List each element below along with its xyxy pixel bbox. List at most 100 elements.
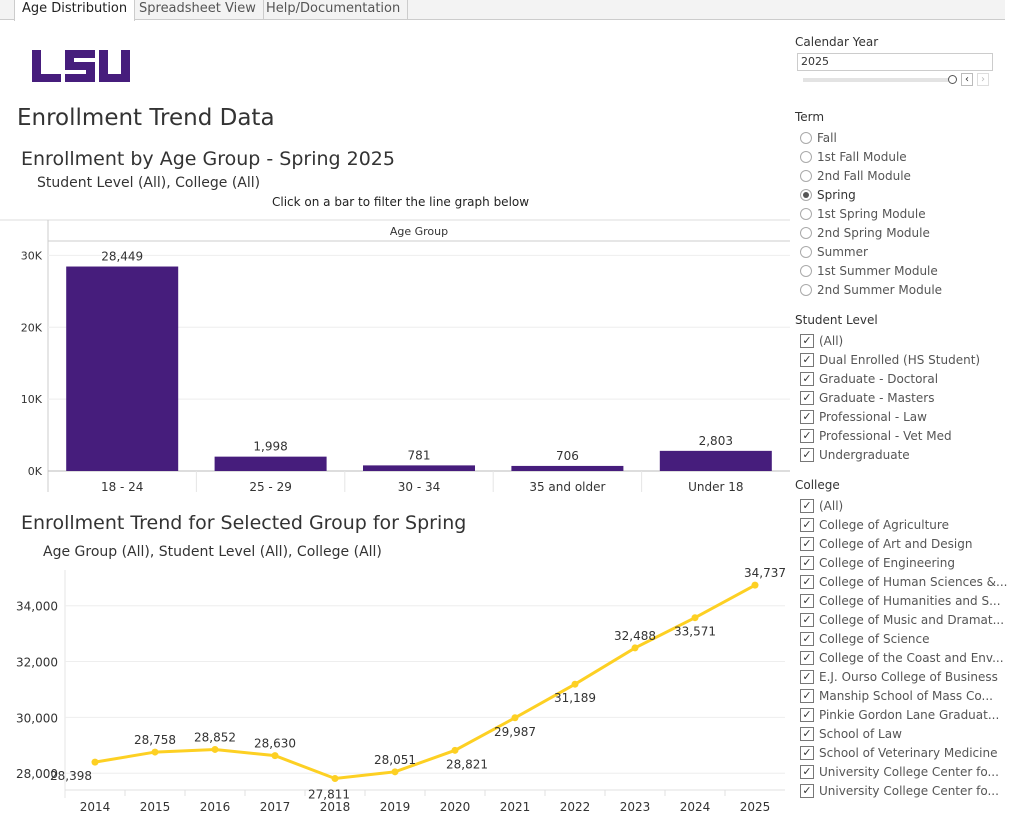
filter-option[interactable]: 2nd Fall Module bbox=[795, 166, 942, 185]
filter-option[interactable]: ✓ Professional - Vet Med bbox=[795, 426, 980, 445]
checkbox-checked-icon[interactable]: ✓ bbox=[800, 555, 814, 570]
checkbox-checked-icon[interactable]: ✓ bbox=[800, 352, 814, 367]
filter-option[interactable]: ✓ University College Center fo... bbox=[795, 762, 1007, 781]
y-tick-label: 32,000 bbox=[16, 656, 58, 670]
filter-option[interactable]: ✓ Dual Enrolled (HS Student) bbox=[795, 350, 980, 369]
data-point[interactable] bbox=[451, 746, 459, 754]
filter-option[interactable]: ✓ College of Science bbox=[795, 629, 1007, 648]
checkbox-checked-icon[interactable]: ✓ bbox=[800, 707, 814, 722]
previous-year-button[interactable]: ‹ bbox=[961, 73, 973, 86]
filter-option-label: Fall bbox=[817, 130, 837, 145]
data-point[interactable] bbox=[151, 748, 159, 756]
filter-option[interactable]: ✓ College of Engineering bbox=[795, 553, 1007, 572]
bar[interactable] bbox=[363, 465, 475, 471]
filter-option[interactable]: ✓ Graduate - Doctoral bbox=[795, 369, 980, 388]
x-tick-label: 30 - 34 bbox=[398, 480, 441, 494]
filter-option[interactable]: ✓ (All) bbox=[795, 331, 980, 350]
filter-option[interactable]: ✓ College of Art and Design bbox=[795, 534, 1007, 553]
data-point[interactable] bbox=[271, 752, 279, 760]
filter-option[interactable]: ✓ College of Music and Dramat... bbox=[795, 610, 1007, 629]
tab-help-documentation[interactable]: Help/Documentation bbox=[259, 0, 409, 20]
filter-option-label: Manship School of Mass Co... bbox=[819, 688, 993, 703]
filter-option[interactable]: ✓ Manship School of Mass Co... bbox=[795, 686, 1007, 705]
radio-button-icon[interactable] bbox=[800, 226, 812, 239]
checkbox-checked-icon[interactable]: ✓ bbox=[800, 409, 814, 424]
filter-option[interactable]: Summer bbox=[795, 242, 942, 261]
checkbox-checked-icon[interactable]: ✓ bbox=[800, 688, 814, 703]
filter-option-label: E.J. Ourso College of Business bbox=[819, 669, 998, 684]
filter-option[interactable]: ✓ Graduate - Masters bbox=[795, 388, 980, 407]
slider-handle[interactable] bbox=[948, 75, 957, 84]
filter-option[interactable]: 1st Summer Module bbox=[795, 261, 942, 280]
checkbox-checked-icon[interactable]: ✓ bbox=[800, 447, 814, 462]
checkbox-checked-icon[interactable]: ✓ bbox=[800, 574, 814, 589]
bar[interactable] bbox=[659, 450, 772, 471]
x-tick-label: 2025 bbox=[740, 800, 771, 814]
bar[interactable] bbox=[511, 465, 624, 471]
checkbox-checked-icon[interactable]: ✓ bbox=[800, 498, 814, 513]
filter-option[interactable]: ✓ School of Veterinary Medicine bbox=[795, 743, 1007, 762]
radio-button-icon[interactable] bbox=[800, 131, 812, 144]
checkbox-checked-icon[interactable]: ✓ bbox=[800, 428, 814, 443]
filter-option-label: (All) bbox=[819, 333, 844, 348]
bar[interactable] bbox=[214, 456, 327, 471]
checkbox-checked-icon[interactable]: ✓ bbox=[800, 517, 814, 532]
checkbox-checked-icon[interactable]: ✓ bbox=[800, 333, 814, 348]
x-tick-label: 2021 bbox=[500, 800, 531, 814]
filter-option[interactable]: Spring bbox=[795, 185, 942, 204]
filter-option[interactable]: ✓ College of Human Sciences &... bbox=[795, 572, 1007, 591]
filter-option[interactable]: ✓ College of Humanities and S... bbox=[795, 591, 1007, 610]
data-point[interactable] bbox=[751, 581, 759, 589]
filter-option[interactable]: 2nd Summer Module bbox=[795, 280, 942, 299]
filter-option[interactable]: ✓ College of the Coast and Env... bbox=[795, 648, 1007, 667]
checkbox-checked-icon[interactable]: ✓ bbox=[800, 593, 814, 608]
checkbox-checked-icon[interactable]: ✓ bbox=[800, 612, 814, 627]
page-title: Enrollment Trend Data bbox=[17, 105, 275, 131]
filter-option[interactable]: ✓ College of Agriculture bbox=[795, 515, 1007, 534]
filter-option[interactable]: ✓ Professional - Law bbox=[795, 407, 980, 426]
data-point[interactable] bbox=[331, 775, 339, 783]
data-point[interactable] bbox=[391, 768, 399, 776]
radio-button-icon[interactable] bbox=[800, 283, 812, 296]
checkbox-checked-icon[interactable]: ✓ bbox=[800, 745, 814, 760]
radio-button-icon[interactable] bbox=[800, 169, 812, 182]
filter-option[interactable]: ✓ Undergraduate bbox=[795, 445, 980, 464]
data-point[interactable] bbox=[631, 644, 639, 652]
next-year-button[interactable]: › bbox=[977, 73, 989, 86]
radio-button-icon[interactable] bbox=[800, 207, 812, 220]
filter-option[interactable]: ✓ School of Law bbox=[795, 724, 1007, 743]
filter-option[interactable]: ✓ University College Center fo... bbox=[795, 781, 1007, 800]
calendar-year-input[interactable]: 2025 bbox=[797, 53, 993, 71]
filter-option[interactable]: ✓ Pinkie Gordon Lane Graduat... bbox=[795, 705, 1007, 724]
checkbox-checked-icon[interactable]: ✓ bbox=[800, 371, 814, 386]
filter-option[interactable]: 2nd Spring Module bbox=[795, 223, 942, 242]
radio-button-icon[interactable] bbox=[800, 150, 812, 163]
filter-option[interactable]: 1st Fall Module bbox=[795, 147, 942, 166]
checkbox-checked-icon[interactable]: ✓ bbox=[800, 783, 814, 798]
bar[interactable] bbox=[66, 266, 179, 471]
y-tick-label: 0K bbox=[28, 465, 43, 478]
data-point[interactable] bbox=[691, 614, 699, 622]
checkbox-checked-icon[interactable]: ✓ bbox=[800, 390, 814, 405]
data-point[interactable] bbox=[511, 714, 519, 722]
data-point[interactable] bbox=[571, 680, 579, 688]
tab-age-distribution[interactable]: Age Distribution bbox=[14, 0, 136, 21]
filter-option[interactable]: 1st Spring Module bbox=[795, 204, 942, 223]
checkbox-checked-icon[interactable]: ✓ bbox=[800, 726, 814, 741]
filter-option[interactable]: ✓ (All) bbox=[795, 496, 1007, 515]
data-point[interactable] bbox=[211, 745, 219, 753]
radio-button-icon[interactable] bbox=[800, 245, 812, 258]
checkbox-checked-icon[interactable]: ✓ bbox=[800, 536, 814, 551]
checkbox-checked-icon[interactable]: ✓ bbox=[800, 669, 814, 684]
filter-option[interactable]: Fall bbox=[795, 128, 942, 147]
checkbox-checked-icon[interactable]: ✓ bbox=[800, 631, 814, 646]
tab-spreadsheet-view[interactable]: Spreadsheet View bbox=[132, 0, 264, 20]
checkbox-checked-icon[interactable]: ✓ bbox=[800, 764, 814, 779]
filter-option[interactable]: ✓ E.J. Ourso College of Business bbox=[795, 667, 1007, 686]
data-point[interactable] bbox=[91, 758, 99, 766]
checkbox-checked-icon[interactable]: ✓ bbox=[800, 650, 814, 665]
radio-button-icon[interactable] bbox=[800, 264, 812, 277]
radio-button-icon[interactable] bbox=[800, 188, 812, 201]
filter-option-label: School of Law bbox=[819, 726, 902, 741]
year-slider[interactable]: ‹ › bbox=[795, 71, 995, 91]
